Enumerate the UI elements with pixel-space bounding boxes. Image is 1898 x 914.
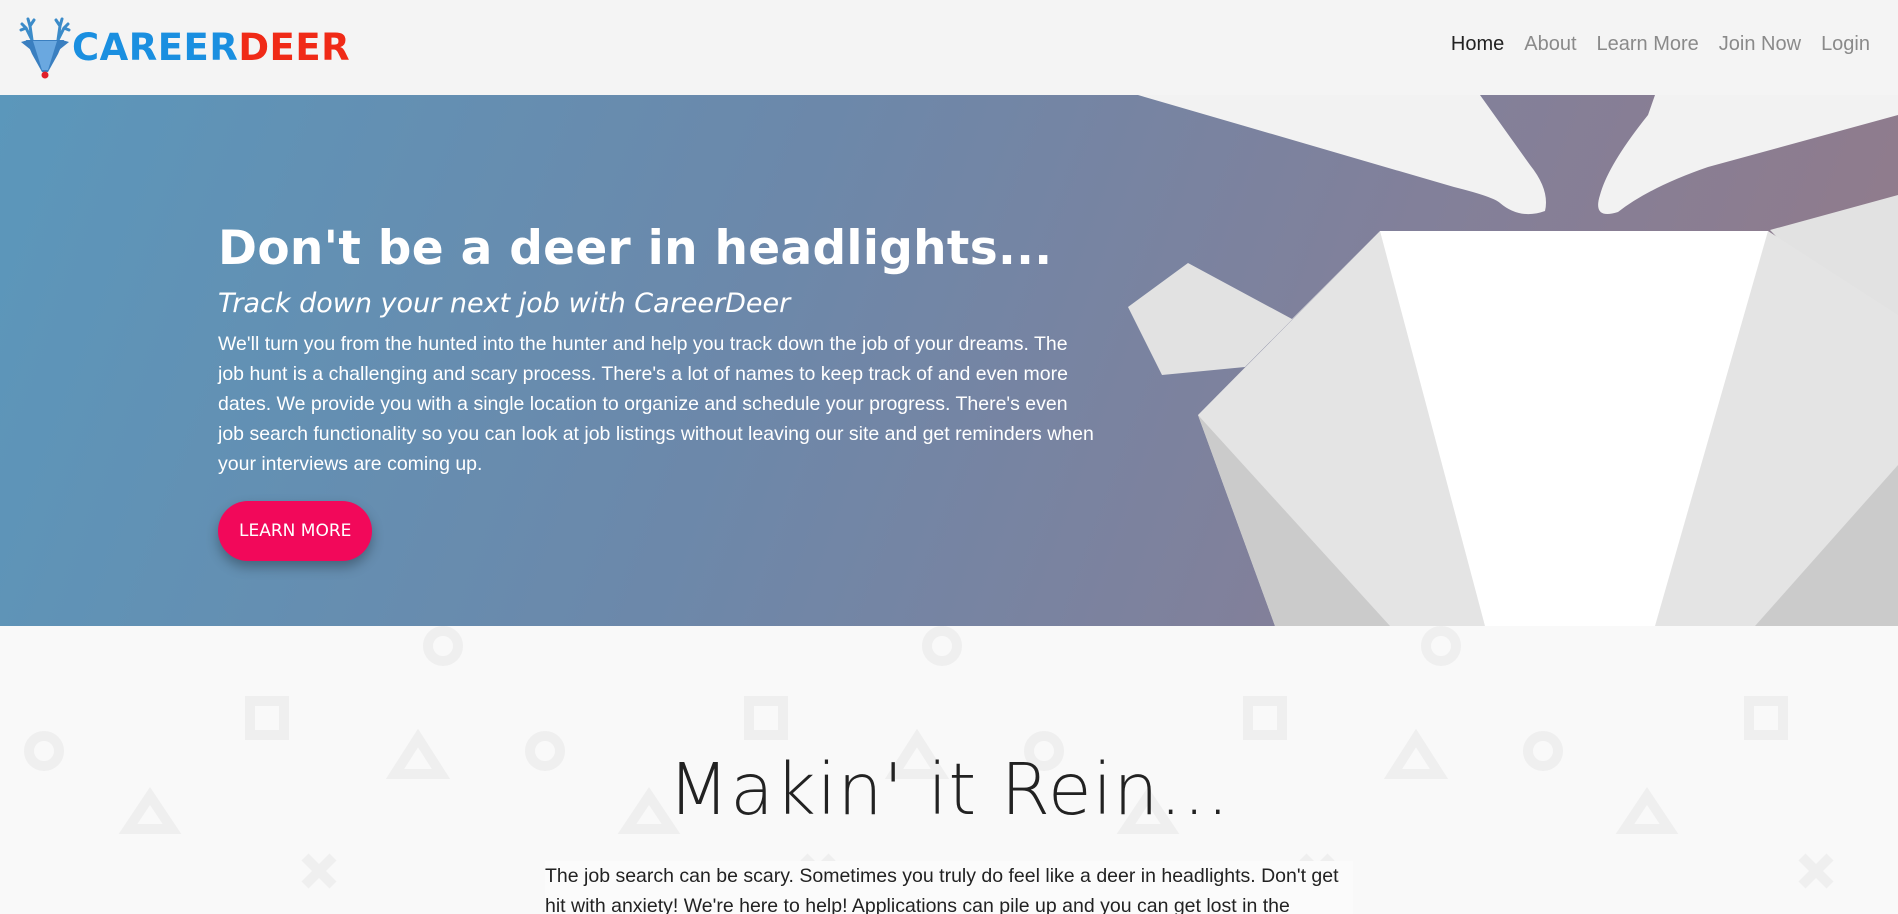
nav-about-link[interactable]: About <box>1524 33 1576 56</box>
hero-description: We'll turn you from the hunted into the … <box>218 333 1094 475</box>
nav-home-link[interactable]: Home <box>1451 33 1504 56</box>
nav-learn-more-link[interactable]: Learn More <box>1597 33 1699 56</box>
brand-logo-link[interactable]: CAREERDEER <box>18 14 350 80</box>
nav-menu: Home About Learn More Join Now Login <box>1451 33 1870 56</box>
section-description: The job search can be scary. Sometimes y… <box>545 861 1353 914</box>
brand-name: CAREERDEER <box>72 26 350 69</box>
learn-more-button[interactable]: LEARN MORE <box>218 501 373 561</box>
nav-login-link[interactable]: Login <box>1821 33 1870 56</box>
navbar: CAREERDEER Home About Learn More Join No… <box>0 0 1898 95</box>
deer-head-icon <box>19 17 71 79</box>
brand-name-career: CAREER <box>72 25 239 69</box>
hero-content: Don't be a deer in headlights... Track d… <box>218 221 1098 561</box>
hero-section: Don't be a deer in headlights... Track d… <box>0 95 1898 626</box>
brand-name-deer: DEER <box>238 25 351 69</box>
hero-title: Don't be a deer in headlights... <box>218 221 1053 276</box>
section-title: Makin' it Rein... <box>667 748 1231 831</box>
hero-subtitle: Track down your next job with CareerDeer <box>218 288 791 319</box>
nav-join-now-link[interactable]: Join Now <box>1719 33 1801 56</box>
intro-section: Makin' it Rein... The job search can be … <box>0 626 1898 914</box>
